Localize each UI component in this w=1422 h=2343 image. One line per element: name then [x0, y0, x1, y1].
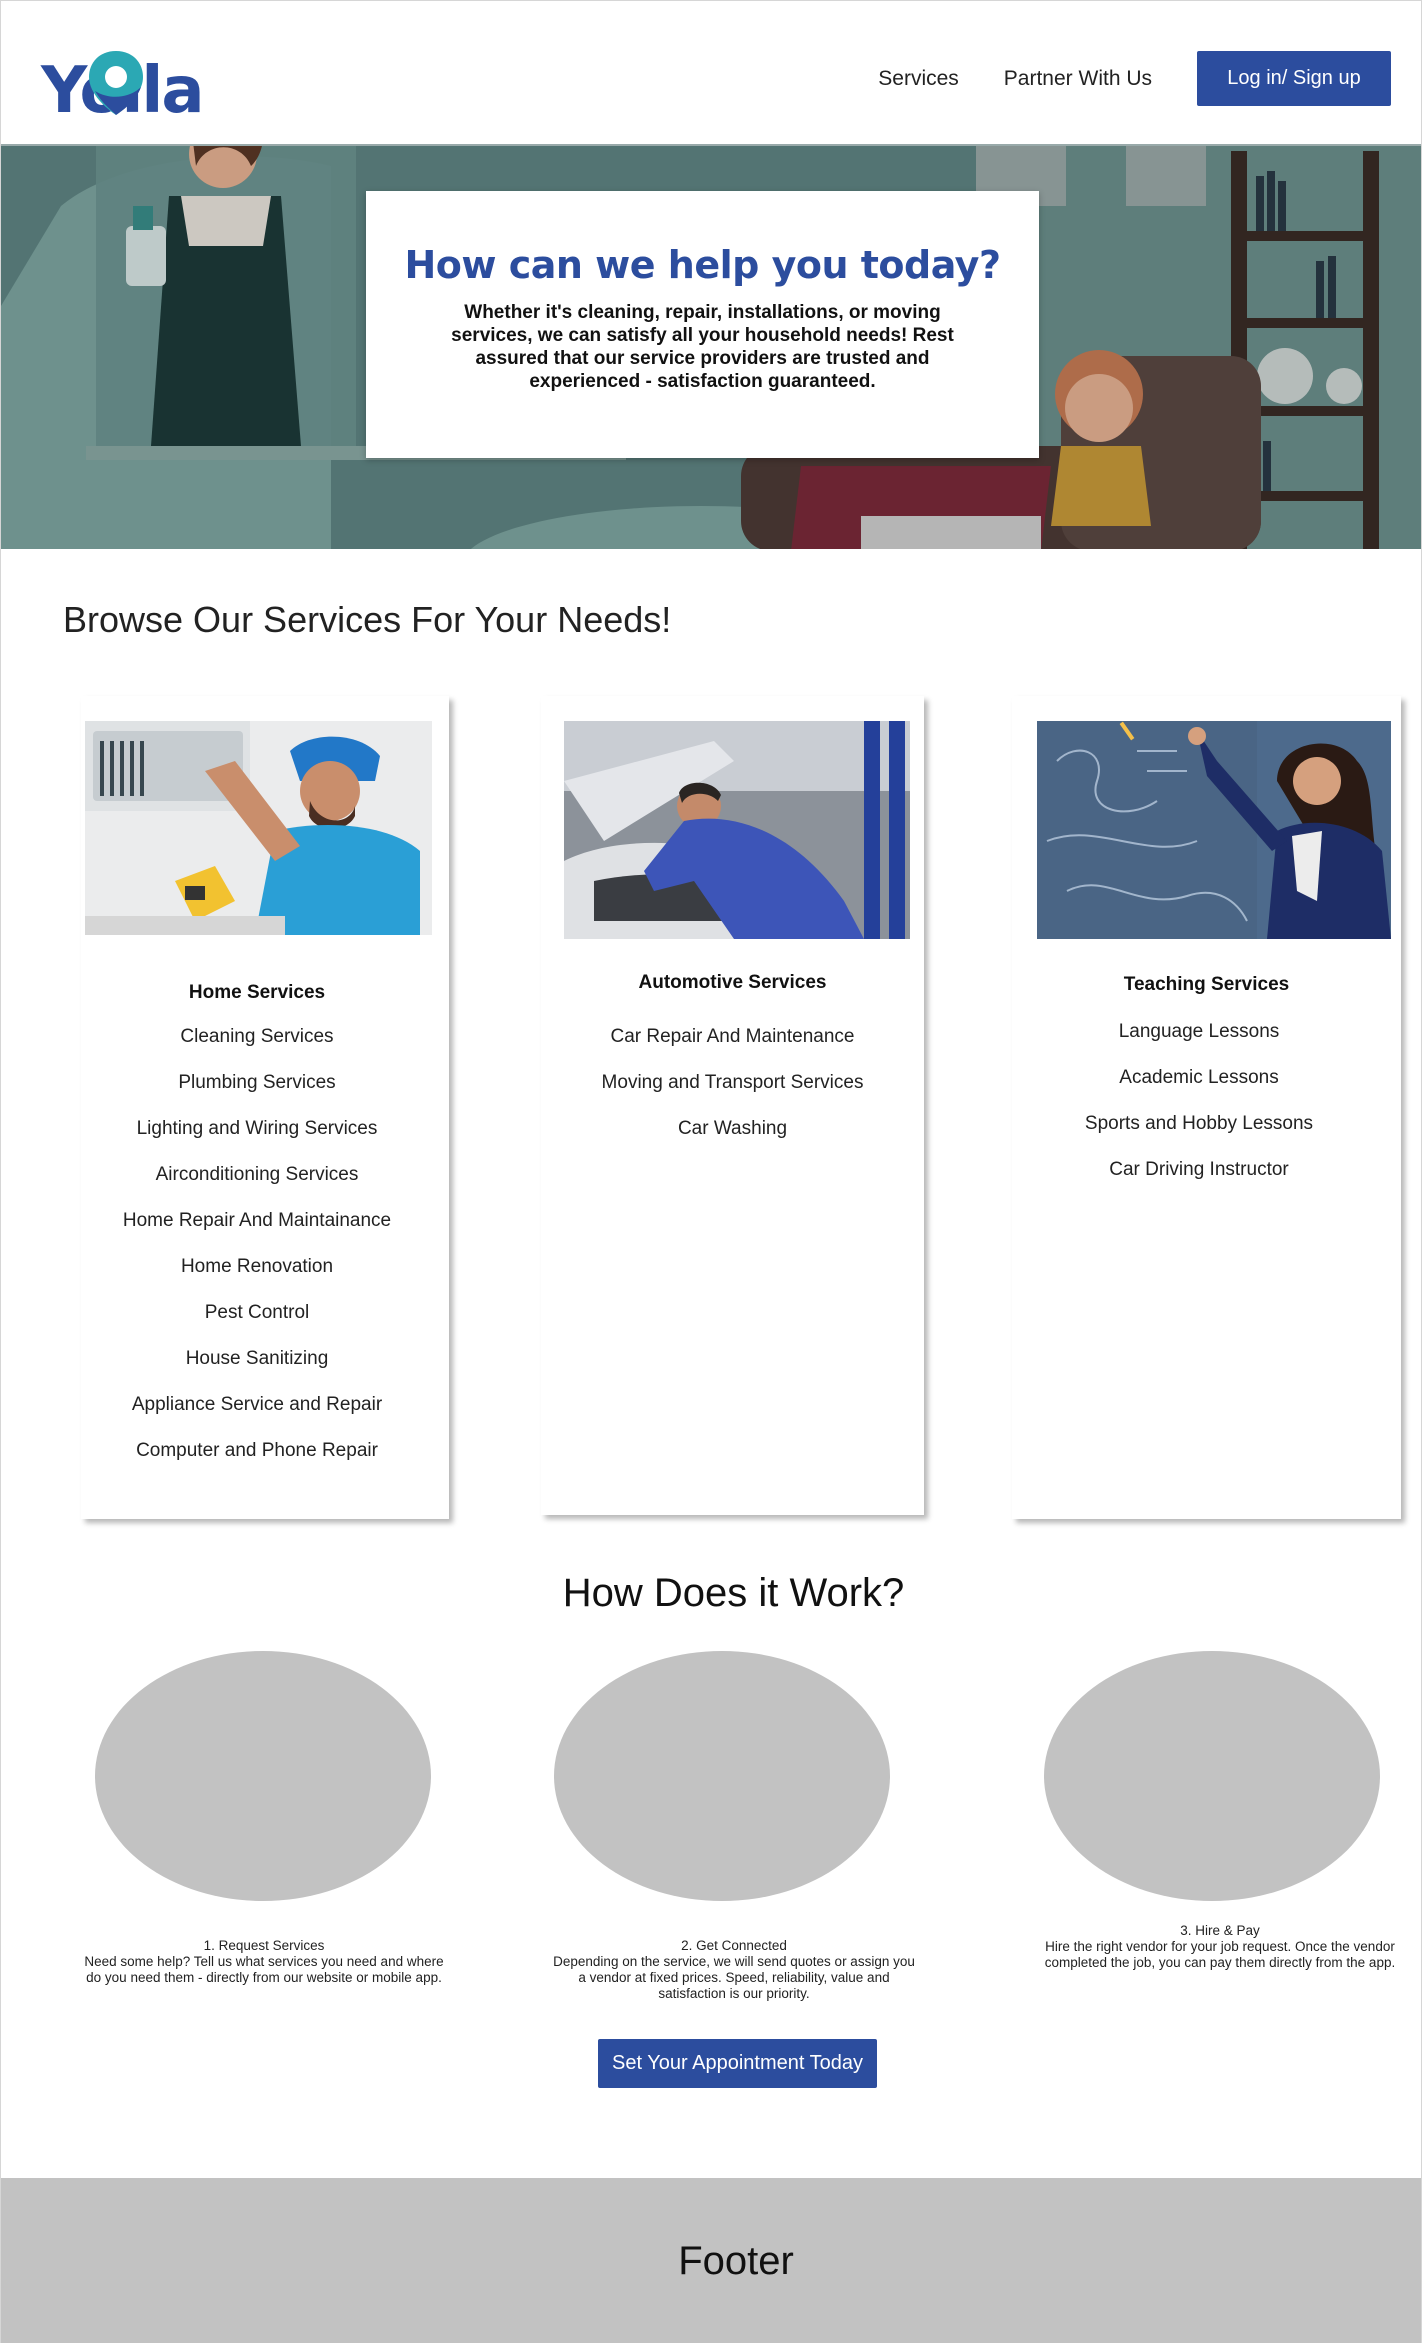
step-description: Need some help? Tell us what services yo… [84, 1954, 444, 1985]
service-link[interactable]: Computer and Phone Repair [81, 1440, 433, 1486]
service-link[interactable]: Sports and Hobby Lessons [1012, 1113, 1386, 1159]
location-pin-icon [89, 51, 143, 115]
service-link[interactable]: Airconditioning Services [81, 1164, 433, 1210]
service-link[interactable]: Language Lessons [1012, 1021, 1386, 1067]
hero-subtitle: Whether it's cleaning, repair, installat… [451, 302, 954, 392]
step-image-placeholder [1044, 1651, 1380, 1901]
service-link[interactable]: Appliance Service and Repair [81, 1394, 433, 1440]
site-header: Yolla Services Partner With Us Log in/ S… [1, 1, 1421, 144]
step-request-services: 1. Request Services Need some help? Tell… [79, 1938, 449, 1986]
service-link[interactable]: Cleaning Services [81, 1026, 433, 1072]
service-link[interactable]: Pest Control [81, 1302, 433, 1348]
service-link[interactable]: Moving and Transport Services [541, 1072, 924, 1118]
step-get-connected: 2. Get Connected Depending on the servic… [549, 1938, 919, 2002]
site-footer: Footer [1, 2178, 1421, 2343]
service-card-teaching: Teaching Services Language Lessons Acade… [1012, 696, 1401, 1519]
footer-label: Footer [678, 2238, 794, 2283]
logo[interactable]: Yolla [41, 41, 241, 131]
nav-partner-link[interactable]: Partner With Us [1004, 67, 1152, 91]
teaching-services-photo [1037, 721, 1391, 939]
service-link[interactable]: Plumbing Services [81, 1072, 433, 1118]
service-link[interactable]: House Sanitizing [81, 1348, 433, 1394]
automotive-services-list: Car Repair And Maintenance Moving and Tr… [541, 1026, 924, 1164]
hero-title: How can we help you today? [404, 243, 1001, 287]
hero-card: How can we help you today? Whether it's … [366, 191, 1039, 458]
step-image-placeholder [554, 1651, 890, 1901]
service-link[interactable]: Academic Lessons [1012, 1067, 1386, 1113]
main-nav: Services Partner With Us Log in/ Sign up [878, 51, 1391, 106]
home-services-photo [85, 721, 432, 935]
service-card-automotive: Automotive Services Car Repair And Maint… [541, 696, 924, 1515]
service-link[interactable]: Home Renovation [81, 1256, 433, 1302]
card-heading: Home Services [188, 982, 326, 1003]
service-link[interactable]: Car Repair And Maintenance [541, 1026, 924, 1072]
browse-section-title: Browse Our Services For Your Needs! [63, 599, 672, 640]
login-signup-button[interactable]: Log in/ Sign up [1197, 51, 1391, 106]
step-title: 1. Request Services [203, 1938, 325, 1953]
step-title: 3. Hire & Pay [1180, 1923, 1260, 1938]
teaching-services-list: Language Lessons Academic Lessons Sports… [1012, 1021, 1386, 1205]
service-link[interactable]: Home Repair And Maintainance [81, 1210, 433, 1256]
automotive-services-photo [564, 721, 910, 939]
step-hire-pay: 3. Hire & Pay Hire the right vendor for … [1031, 1923, 1409, 1971]
service-link[interactable]: Car Driving Instructor [1012, 1159, 1386, 1205]
service-link[interactable]: Car Washing [541, 1118, 924, 1164]
service-link[interactable]: Lighting and Wiring Services [81, 1118, 433, 1164]
service-card-home: Home Services Cleaning Services Plumbing… [81, 696, 449, 1519]
step-image-placeholder [95, 1651, 431, 1901]
page: Yolla Services Partner With Us Log in/ S… [0, 0, 1422, 2343]
how-it-works-title: How Does it Work? [562, 1571, 905, 1615]
hero-banner: How can we help you today? Whether it's … [1, 144, 1421, 549]
step-title: 2. Get Connected [681, 1938, 787, 1953]
step-description: Hire the right vendor for your job reque… [1044, 1939, 1396, 1970]
step-description: Depending on the service, we will send q… [553, 1954, 915, 2001]
nav-services-link[interactable]: Services [878, 67, 959, 91]
home-services-list: Cleaning Services Plumbing Services Ligh… [81, 1026, 433, 1486]
card-heading: Automotive Services [638, 972, 827, 993]
card-heading: Teaching Services [1123, 974, 1290, 995]
set-appointment-button[interactable]: Set Your Appointment Today [598, 2039, 877, 2088]
